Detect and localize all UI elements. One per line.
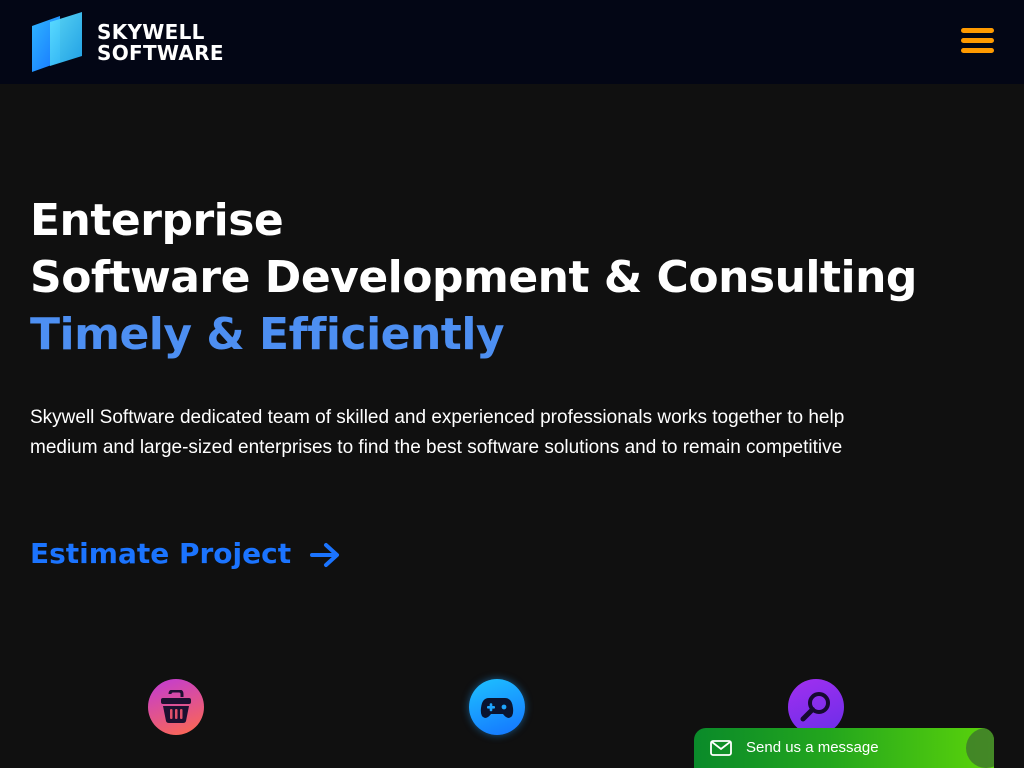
send-message-widget[interactable]: Send us a message (694, 728, 994, 768)
shopping-basket-icon (161, 690, 191, 723)
hero-title-line2: Software Development & Consulting (30, 252, 917, 303)
menu-bar (961, 48, 994, 53)
brand-line1: SKYWELL (97, 20, 205, 44)
hero-title: Enterprise Software Development & Consul… (30, 192, 917, 363)
hamburger-menu-icon[interactable] (958, 26, 996, 56)
arrow-right-icon (309, 543, 339, 567)
send-message-label: Send us a message (746, 739, 879, 756)
logo-mark-icon (32, 12, 82, 72)
menu-bar (961, 28, 994, 33)
magnifier-icon (800, 692, 830, 722)
feature-games (469, 679, 525, 735)
chat-corner-decoration (966, 728, 994, 768)
estimate-project-link[interactable]: Estimate Project (30, 532, 341, 576)
hero-title-line3: Timely & Efficiently (30, 309, 505, 360)
page: SKYWELL SOFTWARE Enterprise Software Dev… (0, 0, 1024, 768)
brand-name: SKYWELL SOFTWARE (97, 22, 224, 64)
menu-bar (961, 38, 994, 43)
feature-ecommerce (148, 679, 204, 735)
brand-logo[interactable]: SKYWELL SOFTWARE (30, 12, 224, 74)
envelope-icon (710, 740, 732, 756)
hero-description: Skywell Software dedicated team of skill… (30, 407, 845, 458)
brand-line2: SOFTWARE (97, 41, 224, 65)
hero-title-line1: Enterprise (30, 195, 284, 246)
gamepad-icon (480, 698, 514, 718)
site-header: SKYWELL SOFTWARE (0, 0, 1024, 84)
feature-search (788, 679, 844, 735)
estimate-project-label: Estimate Project (30, 537, 292, 570)
